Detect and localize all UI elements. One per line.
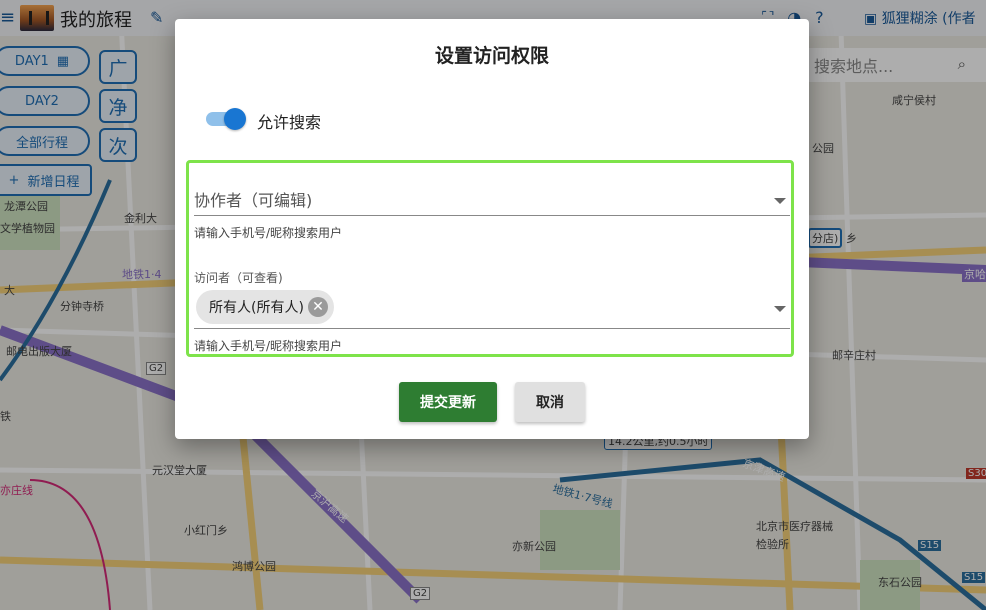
viewers-helper-text: 请输入手机号/昵称搜索用户 [194, 339, 343, 353]
submit-button[interactable]: 提交更新 [399, 382, 497, 422]
editors-helper-text: 请输入手机号/昵称搜索用户 [194, 226, 343, 240]
close-circle-icon[interactable]: ✕ [307, 297, 328, 317]
dialog-title: 设置访问权限 [434, 45, 549, 67]
viewers-dropdown-icon[interactable] [774, 306, 786, 312]
editors-dropdown-icon[interactable] [774, 198, 786, 204]
cancel-button[interactable]: 取消 [515, 382, 585, 422]
allow-search-toggle[interactable] [206, 108, 246, 130]
toggle-knob [224, 108, 246, 130]
chip-label: 所有人(所有人) [209, 300, 304, 316]
access-fields-group: 协作者（可编辑) 请输入手机号/昵称搜索用户 访问者（可查看) 所有人(所有人)… [186, 160, 794, 357]
editors-underline [194, 215, 790, 216]
viewer-chip-everyone: 所有人(所有人) ✕ [196, 290, 334, 324]
viewers-label: 访问者（可查看) [194, 271, 283, 285]
allow-search-label: 允许搜索 [257, 113, 322, 132]
viewers-underline [194, 328, 790, 329]
editors-field[interactable]: 协作者（可编辑) [194, 187, 312, 211]
access-permission-dialog: 设置访问权限 允许搜索 协作者（可编辑) 请输入手机号/昵称搜索用户 访问者（可… [175, 19, 809, 439]
